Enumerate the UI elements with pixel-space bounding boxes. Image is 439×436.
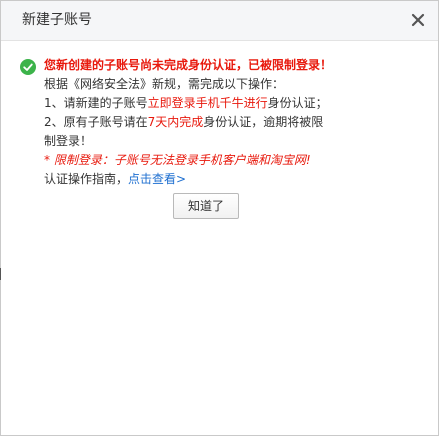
restriction-note: * 限制登录：子账号无法登录手机客户端和淘宝网!	[44, 153, 311, 167]
message-body: 您新创建的子账号尚未完成身份认证，已被限制登录！ 根据《网络安全法》新规，需完成…	[44, 56, 334, 189]
guide-line: 认证操作指南，点击查看>	[44, 170, 334, 189]
dialog-header: 新建子账号	[1, 1, 438, 41]
step-1-highlight: 立即登录手机千牛进行	[147, 96, 268, 110]
guide-label: 认证操作指南，	[44, 172, 129, 186]
view-guide-link[interactable]: 点击查看>	[128, 172, 186, 186]
window-edge-marker	[0, 268, 1, 280]
headline-text: 您新创建的子账号尚未完成身份认证，已被限制登录！	[44, 58, 333, 72]
check-circle-icon	[20, 59, 36, 75]
new-subaccount-dialog: 新建子账号 您新创建的子账号尚未完成身份认证，已被限制登录！ 根据《网络安全法》…	[0, 0, 439, 436]
ok-button[interactable]: 知道了	[173, 193, 239, 219]
step-2-highlight: 7天内完成	[147, 115, 204, 129]
step-1-text: 1、请新建的子账号立即登录手机千牛进行身份认证；	[44, 94, 334, 113]
step-1-suffix: 身份认证；	[267, 96, 328, 110]
step-1-prefix: 1、请新建的子账号	[44, 96, 148, 110]
dialog-title: 新建子账号	[22, 12, 92, 28]
intro-text: 根据《网络安全法》新规，需完成以下操作：	[44, 77, 285, 91]
step-2-prefix: 2、原有子账号请在	[44, 115, 148, 129]
close-icon[interactable]	[408, 10, 428, 30]
step-2-text: 2、原有子账号请在7天内完成身份认证，逾期将被限制登录！	[44, 113, 334, 151]
